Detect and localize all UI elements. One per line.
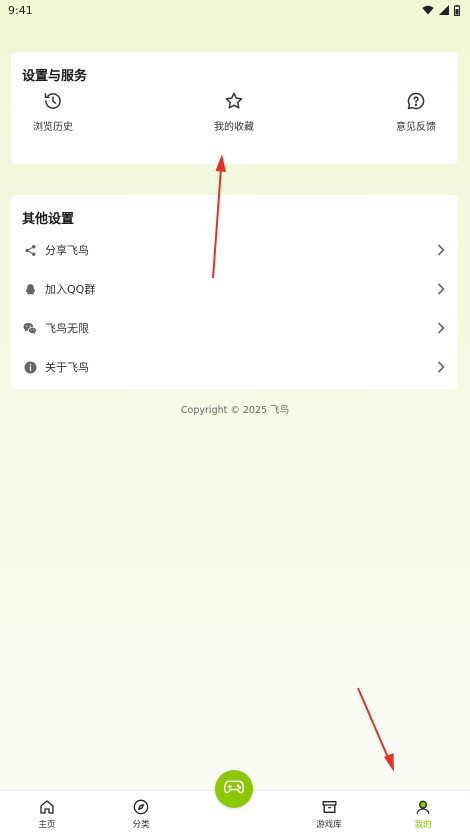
settings-row-about[interactable]: 关于飞鸟 (11, 348, 458, 386)
copyright-text: Copyright © 2025 飞鸟 (180, 405, 290, 416)
service-item-history[interactable]: 浏览历史 (8, 90, 98, 140)
annotation-arrow-mine-tab (357, 687, 394, 772)
settings-row-unlimited[interactable]: 飞鸟无限 (11, 309, 458, 347)
services-card: 设置与服务 浏览历史 我的收藏 意见反馈 (11, 52, 458, 164)
history-icon (42, 90, 64, 112)
status-bar: 9:41 (0, 0, 470, 20)
gamepad-icon (223, 779, 245, 799)
settings-label-qq: 加入QQ群 (45, 283, 96, 296)
tab-label-game-library: 游戏库 (316, 820, 342, 830)
settings-row-share[interactable]: 分享飞鸟 (11, 231, 458, 269)
service-item-feedback[interactable]: 意见反馈 (371, 90, 461, 140)
archive-box-icon (320, 798, 338, 816)
settings-label-about: 关于飞鸟 (45, 361, 89, 374)
info-icon (23, 360, 37, 374)
battery-icon (454, 4, 460, 16)
service-label-history: 浏览历史 (33, 122, 73, 133)
qq-icon (23, 282, 37, 296)
tab-label-mine: 我的 (414, 820, 432, 830)
service-item-favorites[interactable]: 我的收藏 (189, 90, 279, 140)
compass-icon (132, 798, 150, 816)
other-settings-title: 其他设置 (22, 212, 75, 227)
status-icons (422, 4, 460, 16)
star-icon (223, 90, 245, 112)
services-title: 设置与服务 (22, 69, 88, 84)
other-settings-card: 其他设置 分享飞鸟 加入QQ群 飞鸟无限 关于飞鸟 (11, 195, 458, 389)
tab-mine[interactable]: 我的 (393, 798, 453, 834)
tab-home[interactable]: 主页 (17, 798, 77, 834)
tab-label-home: 主页 (38, 820, 56, 830)
service-label-feedback: 意见反馈 (396, 122, 436, 133)
settings-row-qq[interactable]: 加入QQ群 (11, 270, 458, 308)
chevron-right-icon (436, 322, 446, 334)
chevron-right-icon (436, 283, 446, 295)
signal-icon (439, 5, 449, 15)
user-icon (414, 798, 432, 816)
wifi-icon (422, 5, 434, 15)
tab-category[interactable]: 分类 (111, 798, 171, 834)
service-label-favorites: 我的收藏 (214, 122, 254, 133)
status-time: 9:41 (8, 3, 33, 17)
chevron-right-icon (436, 244, 446, 256)
home-icon (38, 798, 56, 816)
chevron-right-icon (436, 361, 446, 373)
wechat-icon (23, 321, 37, 335)
tab-label-category: 分类 (132, 820, 150, 830)
tab-game-library[interactable]: 游戏库 (299, 798, 359, 834)
share-icon (23, 243, 37, 257)
center-game-button[interactable] (215, 770, 253, 808)
settings-label-unlimited: 飞鸟无限 (45, 322, 89, 335)
feedback-icon (405, 90, 427, 112)
settings-label-share: 分享飞鸟 (45, 244, 89, 257)
